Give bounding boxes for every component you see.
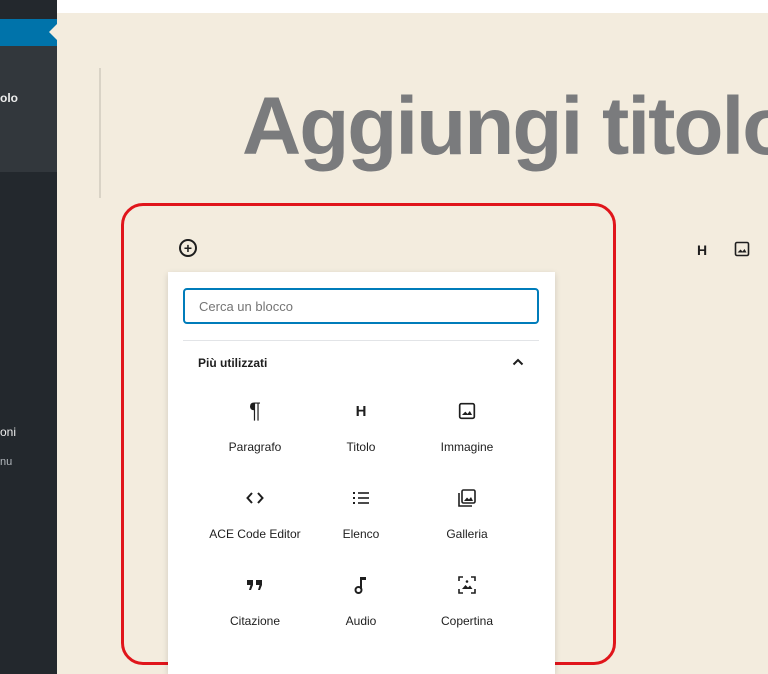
block-cover[interactable]: Copertina	[414, 572, 520, 652]
block-image[interactable]: Immagine	[414, 398, 520, 478]
sidebar-item-label[interactable]: nu	[0, 456, 12, 468]
image-icon	[414, 398, 520, 424]
paragraph-icon: ¶	[249, 398, 261, 423]
admin-sidebar: i olo i oni nu	[0, 0, 57, 674]
heading-block-button[interactable]: H	[697, 242, 707, 258]
block-label: Galleria	[446, 527, 488, 541]
divider	[183, 340, 539, 341]
quote-icon	[202, 572, 308, 598]
block-search-input[interactable]	[183, 288, 539, 324]
sidebar-item-label[interactable]: olo	[0, 91, 18, 105]
block-label: Immagine	[440, 440, 494, 454]
block-label: Titolo	[346, 440, 376, 454]
chevron-up-icon[interactable]	[510, 354, 526, 370]
block-heading[interactable]: H Titolo	[308, 398, 414, 478]
block-ace-code-editor[interactable]: ACE Code Editor	[202, 485, 308, 565]
block-quote[interactable]: Citazione	[202, 572, 308, 652]
title-block-outline	[99, 68, 101, 198]
sidebar-active-arrow	[49, 24, 57, 40]
plus-circle-icon[interactable]: +	[179, 239, 197, 257]
block-label: Paragrafo	[228, 440, 282, 454]
list-icon	[308, 485, 414, 511]
gallery-icon	[414, 485, 520, 511]
heading-icon: H	[355, 402, 367, 420]
block-gallery[interactable]: Galleria	[414, 485, 520, 565]
block-label: Copertina	[440, 614, 494, 628]
block-label: Audio	[345, 614, 377, 628]
block-audio[interactable]: Audio	[308, 572, 414, 652]
image-icon[interactable]	[734, 241, 750, 257]
section-title[interactable]: Più utilizzati	[198, 356, 267, 370]
code-icon	[202, 485, 308, 511]
audio-icon	[308, 572, 414, 598]
block-label: Citazione	[229, 614, 281, 628]
cover-icon	[414, 572, 520, 598]
block-label: Elenco	[342, 527, 380, 541]
block-paragraph[interactable]: ¶ Paragrafo	[202, 398, 308, 478]
editor-top-bar	[57, 0, 768, 13]
sidebar-item-label[interactable]: oni	[0, 425, 16, 439]
block-list[interactable]: Elenco	[308, 485, 414, 565]
sidebar-submenu	[0, 46, 57, 172]
post-title-placeholder[interactable]: Aggiungi titolo	[242, 86, 768, 168]
block-label: ACE Code Editor	[209, 527, 301, 541]
block-inserter-panel: Più utilizzati ¶ Paragrafo H Titolo Imma…	[168, 272, 555, 674]
